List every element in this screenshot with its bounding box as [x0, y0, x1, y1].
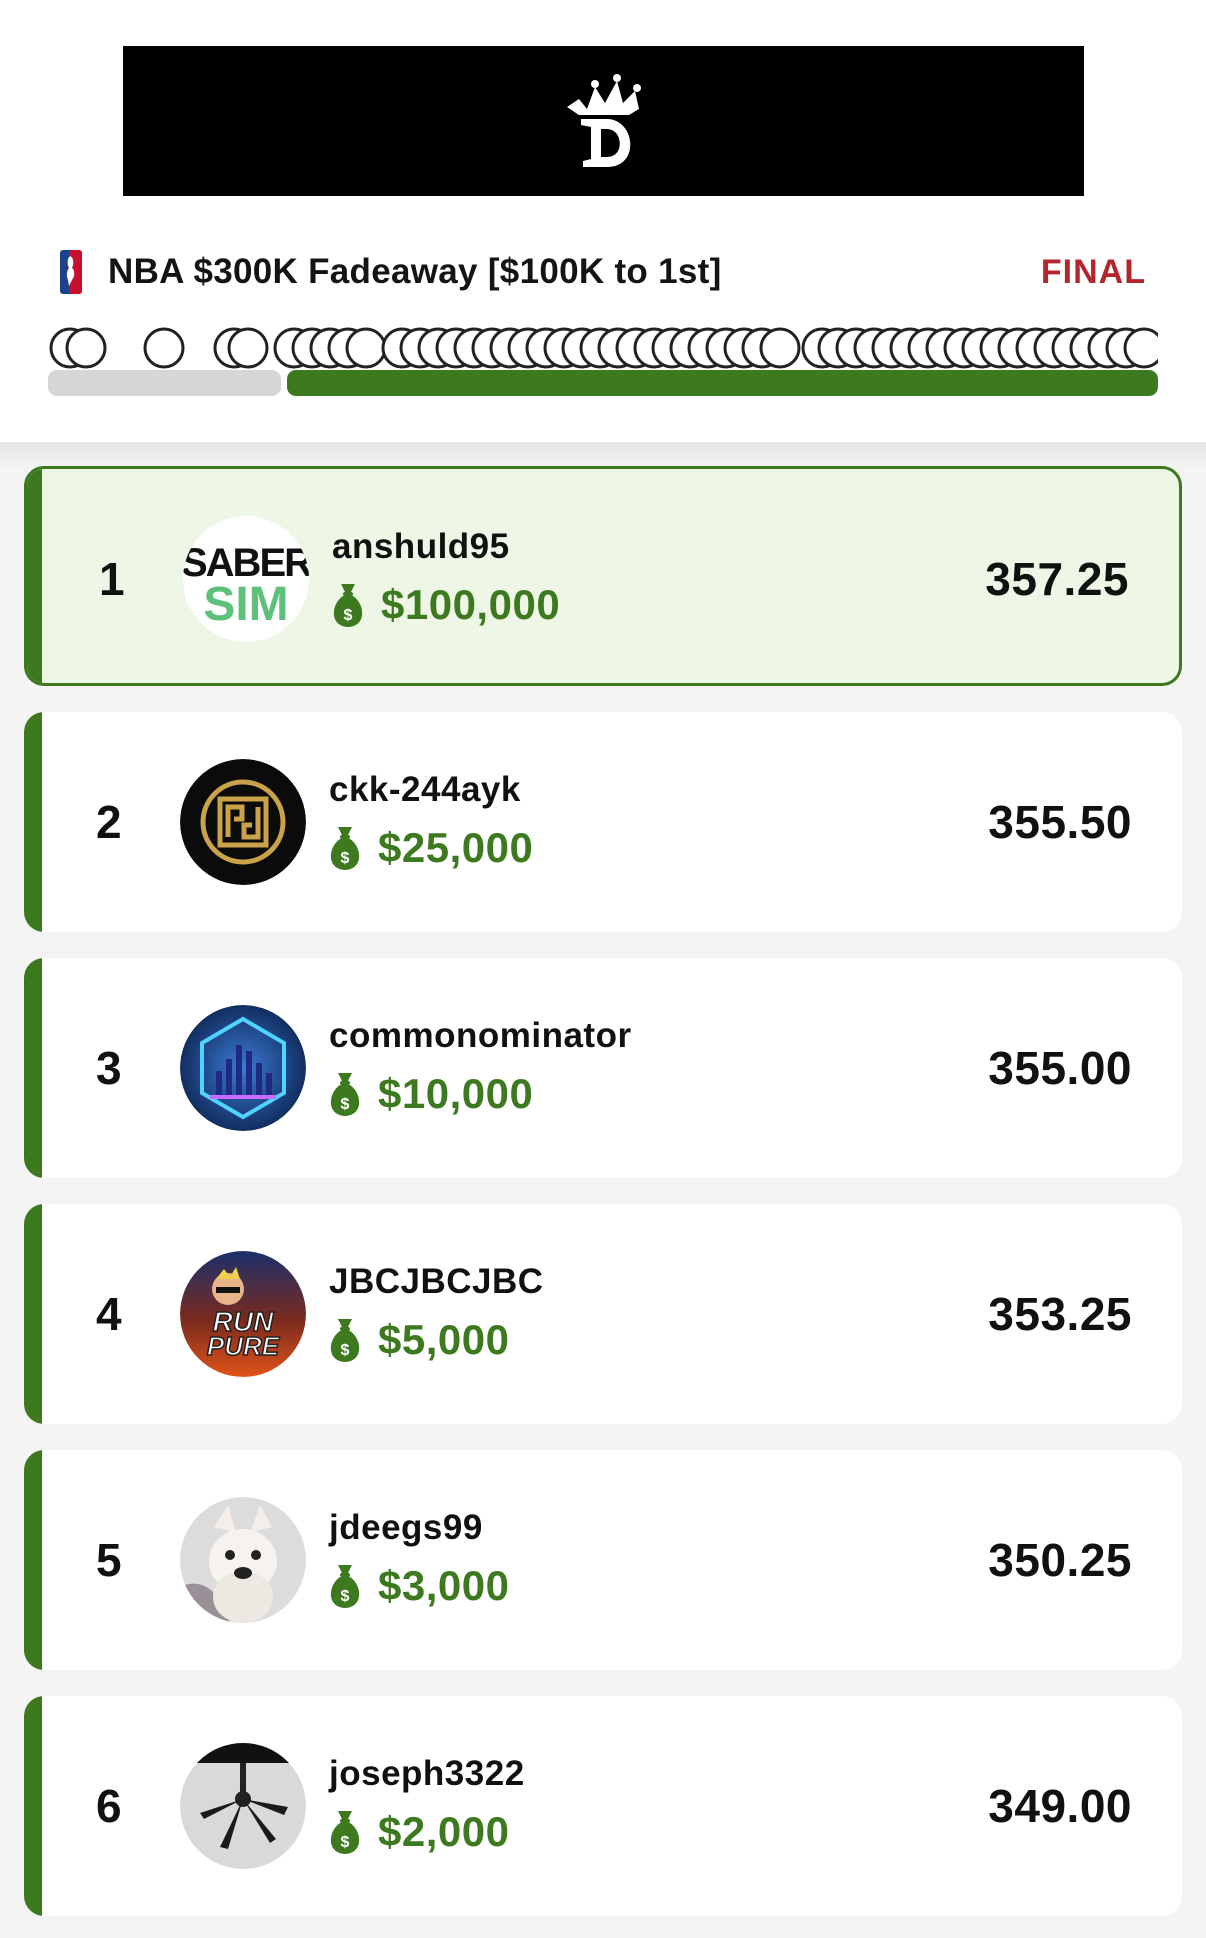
prize: $ $100,000: [329, 581, 560, 629]
prize: $ $5,000: [326, 1316, 509, 1364]
progress-track: [48, 370, 281, 396]
rank-accent-bar: [24, 712, 42, 932]
money-bag-icon: $: [330, 1565, 360, 1608]
rank-accent-bar: [27, 469, 42, 683]
rank-accent-bar: [24, 1204, 42, 1424]
avatar[interactable]: RUN PURE: [180, 1251, 306, 1377]
entrant-marker: [759, 327, 801, 369]
status-badge: FINAL: [1040, 252, 1146, 291]
fantasy-score: 357.25: [985, 553, 1129, 605]
prize-amount: $2,000: [378, 1808, 510, 1855]
entrant-marker: [1123, 327, 1158, 369]
contest-progress-bar: [48, 370, 1158, 396]
contest-title: NBA $300K Fadeaway [$100K to 1st]: [108, 252, 722, 291]
prize-amount: $3,000: [378, 1562, 510, 1609]
rank-number: 5: [96, 1534, 122, 1586]
svg-text:$: $: [341, 1588, 350, 1605]
contest-row[interactable]: NBA $300K Fadeaway [$100K to 1st] FINAL: [60, 246, 1146, 298]
contest-header: NBA $300K Fadeaway [$100K to 1st] FINAL: [0, 0, 1206, 442]
money-bag-icon: $: [330, 1073, 360, 1116]
progress-fill: [287, 370, 1158, 396]
money-bag-icon: $: [330, 1811, 360, 1854]
svg-text:$: $: [341, 850, 350, 867]
neon-bars-avatar-icon: [180, 1005, 306, 1131]
fantasy-score: 353.25: [988, 1288, 1132, 1340]
gold-emblem-avatar-icon: [180, 759, 306, 885]
ceiling-fan-avatar-icon: [180, 1743, 306, 1869]
avatar[interactable]: [180, 1497, 306, 1623]
svg-text:$: $: [344, 607, 353, 624]
fantasy-score: 350.25: [988, 1534, 1132, 1586]
entrant-marker: [227, 327, 269, 369]
fantasy-score: 355.50: [988, 796, 1132, 848]
rank-accent-bar: [24, 1450, 42, 1670]
avatar[interactable]: [180, 759, 306, 885]
username: jdeegs99: [329, 1508, 483, 1547]
run-pure-avatar-icon: RUN PURE: [180, 1251, 306, 1377]
bulldog-avatar-icon: [180, 1497, 306, 1623]
svg-text:SIM: SIM: [203, 578, 288, 631]
prize-amount: $100,000: [381, 581, 561, 628]
money-bag-icon: $: [330, 1319, 360, 1362]
username: JBCJBCJBC: [329, 1262, 544, 1301]
rank-number: 1: [99, 553, 125, 605]
nba-logo-icon: [60, 250, 82, 294]
svg-text:PURE: PURE: [207, 1331, 280, 1361]
prize: $ $3,000: [326, 1562, 509, 1610]
money-bag-icon: $: [333, 584, 363, 627]
brand-banner: [123, 46, 1084, 196]
username: anshuld95: [332, 527, 510, 566]
prize-amount: $10,000: [378, 1070, 534, 1117]
prize: $ $2,000: [326, 1808, 509, 1856]
prize: $ $25,000: [326, 824, 533, 872]
avatar[interactable]: SABER SIM: [183, 516, 309, 642]
entrant-marker: [143, 327, 185, 369]
draftkings-crown-logo: [566, 74, 641, 167]
prize-amount: $5,000: [378, 1316, 510, 1363]
leaderboard-row[interactable]: 6 joseph3322 $ $2,000 349.00: [24, 1696, 1182, 1916]
leaderboard-row[interactable]: 5 jdeegs99 $ $3,000 350.25: [24, 1450, 1182, 1670]
leaderboard-row[interactable]: 1 SABER SIM anshuld95 $ $100,000 357.25: [24, 466, 1182, 686]
avatar[interactable]: [180, 1005, 306, 1131]
username: commonominator: [329, 1016, 632, 1055]
leaderboard-row[interactable]: 2 ckk-244ayk $ $25,000 355.50: [24, 712, 1182, 932]
rank-number: 6: [96, 1780, 122, 1832]
rank-accent-bar: [24, 958, 42, 1178]
sabersim-avatar-icon: SABER SIM: [183, 516, 309, 642]
svg-text:$: $: [341, 1096, 350, 1113]
username: joseph3322: [329, 1754, 525, 1793]
svg-text:$: $: [341, 1834, 350, 1851]
rank-number: 3: [96, 1042, 122, 1094]
avatar[interactable]: [180, 1743, 306, 1869]
rank-number: 4: [96, 1288, 122, 1340]
prize: $ $10,000: [326, 1070, 533, 1118]
rank-number: 2: [96, 796, 122, 848]
fantasy-score: 355.00: [988, 1042, 1132, 1094]
leaderboard-row[interactable]: 3 commonominator $ $10,000 355.00: [24, 958, 1182, 1178]
entrant-marker: [345, 327, 387, 369]
fantasy-score: 349.00: [988, 1780, 1132, 1832]
svg-text:$: $: [341, 1342, 350, 1359]
username: ckk-244ayk: [329, 770, 521, 809]
rank-accent-bar: [24, 1696, 42, 1916]
leaderboard-row[interactable]: 4 RUN PURE JBCJBCJBC $ $5,000 353.25: [24, 1204, 1182, 1424]
prize-amount: $25,000: [378, 824, 534, 871]
entrant-marker: [65, 327, 107, 369]
money-bag-icon: $: [330, 827, 360, 870]
